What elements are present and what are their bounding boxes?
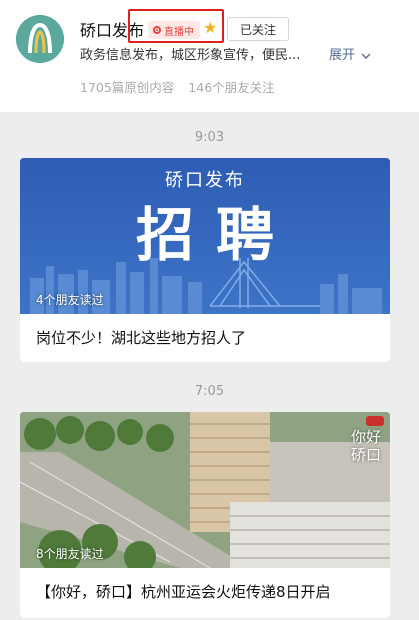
article-card[interactable]: 你好硚口 8个朋友读过 【你好，硚口】杭州亚运会火炬传递8日开启 — [20, 412, 390, 618]
cover-watermark-text: 你好硚口 — [350, 428, 381, 464]
account-avatar[interactable] — [16, 15, 64, 63]
highlight-annotation-box — [128, 9, 224, 43]
follow-button[interactable]: 已关注 — [227, 17, 289, 41]
cover-headline-text: 招聘 — [135, 201, 296, 269]
article-title: 【你好，硚口】杭州亚运会火炬传递8日开启 — [36, 583, 331, 601]
article-cover-image: 你好硚口 8个朋友读过 — [20, 412, 390, 568]
friends-following-count: 146个朋友关注 — [188, 80, 275, 95]
account-header: 硚口发布 直播中 ★ 已关注 政务信息发布，城区形象宣传，便民... 展开 17… — [0, 0, 419, 112]
article-count: 1705篇原创内容 — [80, 80, 175, 95]
chevron-down-icon — [361, 53, 371, 59]
article-cover-image: 硚口发布 招聘 4个朋友读过 — [20, 158, 390, 314]
expand-label: 展开 — [329, 48, 356, 63]
account-description: 政务信息发布，城区形象宣传，便民... — [80, 48, 301, 63]
expand-description-link[interactable]: 展开 — [329, 44, 371, 63]
friends-read-label: 4个朋友读过 — [36, 293, 104, 307]
article-card[interactable]: 硚口发布 招聘 4个朋友读过 岗位不少！湖北这些地方招人了 — [20, 158, 390, 362]
feed-timestamp: 7:05 — [194, 384, 225, 399]
article-title: 岗位不少！湖北这些地方招人了 — [36, 329, 247, 347]
feed-timestamp: 9:03 — [194, 130, 225, 145]
friends-read-label: 8个朋友读过 — [36, 547, 104, 561]
account-stats: 1705篇原创内容 146个朋友关注 — [80, 77, 275, 96]
